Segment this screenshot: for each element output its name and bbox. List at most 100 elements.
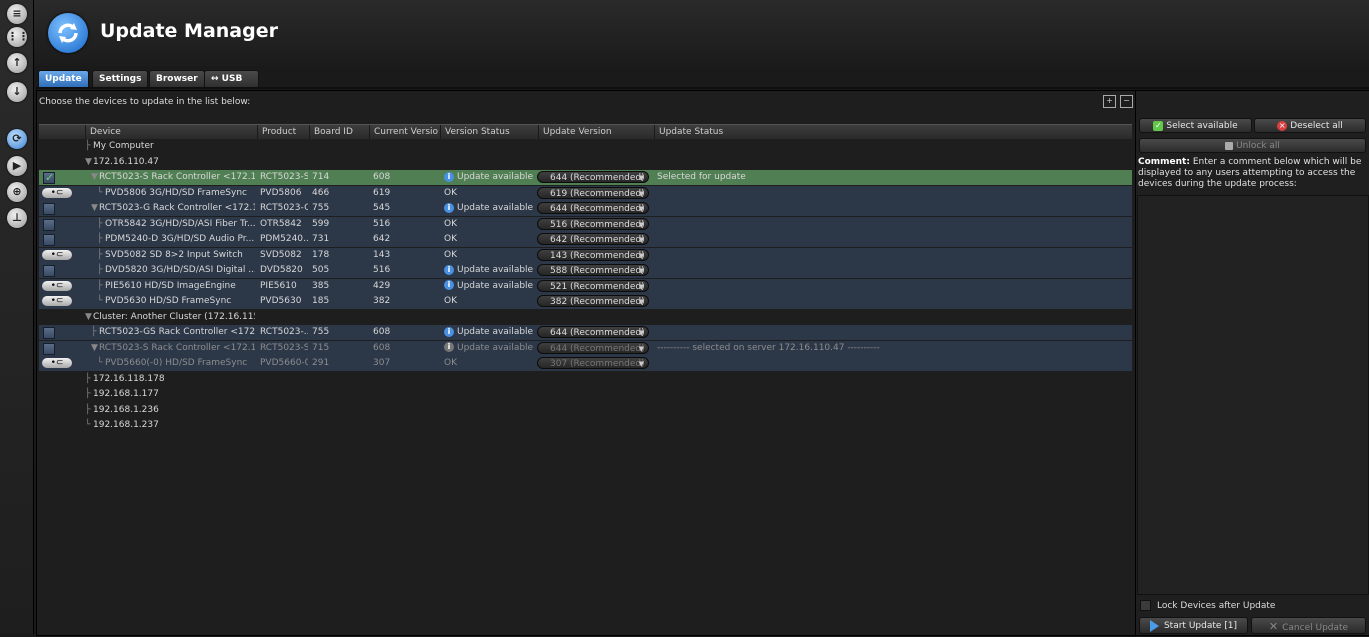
chevron-down-icon: ▼: [638, 189, 644, 198]
board-id-cell: 731: [312, 234, 330, 244]
version-status-cell: OK: [444, 217, 539, 232]
update-version-dropdown[interactable]: 644 (Recommended) ▼: [537, 202, 649, 214]
update-version-dropdown[interactable]: 644 (Recommended) ▼: [537, 341, 649, 354]
network-icon[interactable]: ⊕: [7, 182, 27, 202]
row-checkbox[interactable]: [43, 170, 55, 185]
table-row[interactable]: •⊂ └ PVD5660(-0) HD/SD FrameSync PVD5660-0 2…: [39, 356, 1132, 371]
expand-all-icon[interactable]: +: [1103, 95, 1116, 108]
update-version-value: 644 (Recommended): [550, 173, 645, 183]
update-version-dropdown[interactable]: 588 (Recommended) ▼: [537, 264, 649, 276]
version-status-text: Update available: [457, 280, 534, 291]
row-checkbox[interactable]: [43, 327, 55, 339]
chevron-down-icon: ▼: [638, 174, 644, 182]
device-name: SVD5082 SD 8>2 Input Switch: [105, 249, 243, 260]
cancel-update-button[interactable]: ✕ Cancel Update: [1251, 617, 1366, 634]
app-header: Update Manager: [34, 0, 1369, 66]
grid-icon[interactable]: ⋮⋮: [7, 27, 29, 47]
table-row[interactable]: ├ 172.16.118.178: [39, 372, 1132, 387]
device-name: RCT5023-S Rack Controller <172.1...: [99, 172, 255, 182]
download-icon[interactable]: ↓: [7, 82, 27, 102]
table-row[interactable]: ├ OTR5842 3G/HD/SD/ASI Fiber Tr... OTR5842…: [39, 216, 1132, 232]
version-status-text: Update available: [457, 327, 534, 337]
table-row[interactable]: ▼ RCT5023-G Rack Controller <172.1... RCT5…: [39, 201, 1132, 216]
refresh-icon[interactable]: ⟳: [7, 129, 27, 149]
info-icon: i: [444, 280, 454, 290]
version-status-cell: OK: [444, 232, 539, 247]
update-version-dropdown[interactable]: 521 (Recommended) ▼: [537, 279, 649, 292]
table-row[interactable]: ▼ RCT5023-S Rack Controller <172.1... RCT5…: [39, 170, 1132, 185]
device-name: 192.168.1.237: [93, 420, 159, 430]
table-row[interactable]: ▼ RCT5023-S Rack Controller <172.1... RCT5…: [39, 340, 1132, 356]
table-row[interactable]: └ 192.168.1.237: [39, 418, 1132, 433]
board-id-cell: 714: [312, 172, 330, 182]
device-name: PDM5240-D 3G/HD/SD Audio Pr...: [105, 234, 255, 244]
app-title: Update Manager: [100, 20, 278, 42]
table-row[interactable]: ├ DVD5820 3G/HD/SD/ASI Digital ... DVD5820…: [39, 263, 1132, 278]
update-version-value: 644 (Recommended): [550, 343, 645, 354]
table-row[interactable]: ▼ Cluster: Another Cluster (172.16.115...: [39, 310, 1132, 325]
device-panel: Choose the devices to update in the list…: [36, 90, 1136, 636]
update-version-dropdown[interactable]: 644 (Recommended) ▼: [537, 326, 649, 338]
update-version-dropdown[interactable]: 516 (Recommended) ▼: [537, 217, 649, 230]
upload-icon[interactable]: ↑: [7, 53, 27, 73]
collapse-all-icon[interactable]: −: [1120, 95, 1133, 108]
update-version-dropdown[interactable]: 642 (Recommended) ▼: [537, 233, 649, 245]
version-status-cell: OK: [444, 186, 539, 201]
row-checkbox[interactable]: [43, 342, 55, 355]
device-name: RCT5023-GS Rack Controller <172....: [99, 327, 255, 337]
table-row[interactable]: ├ My Computer: [39, 139, 1132, 154]
table-row[interactable]: •⊂ ├ SVD5082 SD 8>2 Input Switch SVD5082 178…: [39, 247, 1132, 263]
sliders-icon[interactable]: ≡: [7, 4, 27, 24]
usb-icon: •⊂: [42, 296, 72, 306]
table-header: Device Product Board ID Current Versio Versi…: [39, 124, 1132, 139]
update-version-dropdown[interactable]: 644 (Recommended) ▼: [537, 171, 649, 183]
table-row[interactable]: •⊂ ├ PIE5610 HD/SD ImageEngine PIE5610 385 42…: [39, 278, 1132, 294]
column-header-product[interactable]: Product: [257, 125, 309, 139]
lock-devices-option[interactable]: Lock Devices after Update: [1140, 600, 1275, 611]
table-row[interactable]: •⊂ └ PVD5806 3G/HD/SD FrameSync PVD5806 466 6…: [39, 185, 1132, 201]
start-update-button[interactable]: Start Update [1]: [1139, 617, 1248, 634]
update-version-dropdown[interactable]: 307 (Recommended) ▼: [537, 357, 649, 369]
chevron-down-icon: ▼: [638, 220, 644, 229]
row-checkbox[interactable]: [43, 203, 55, 215]
column-header-board-id[interactable]: Board ID: [309, 125, 369, 139]
play-icon[interactable]: ▶: [7, 156, 27, 176]
hierarchy-icon[interactable]: ⊥: [7, 208, 27, 228]
current-version-cell: 545: [373, 203, 391, 213]
lock-devices-checkbox[interactable]: [1140, 600, 1151, 611]
current-version-cell: 608: [373, 172, 391, 182]
row-checkbox[interactable]: [43, 218, 55, 231]
update-version-dropdown[interactable]: 619 (Recommended) ▼: [537, 186, 649, 199]
device-name: PVD5660(-0) HD/SD FrameSync: [105, 358, 248, 368]
version-status-text: Update available: [457, 265, 534, 275]
select-available-button[interactable]: ✓ Select available: [1139, 118, 1252, 133]
device-name: PVD5806 3G/HD/SD FrameSync: [105, 187, 247, 198]
table-row[interactable]: ├ RCT5023-GS Rack Controller <172.... RCT5…: [39, 325, 1132, 340]
product-cell: RCT5023-...: [260, 327, 308, 337]
chevron-down-icon: ▼: [638, 282, 644, 291]
deselect-all-button[interactable]: × Deselect all: [1254, 118, 1366, 133]
table-row[interactable]: ├ 192.168.1.177: [39, 387, 1132, 402]
row-checkbox[interactable]: [43, 234, 55, 246]
comment-input[interactable]: [1137, 195, 1369, 595]
table-row[interactable]: ├ PDM5240-D 3G/HD/SD Audio Pr... PDM5240..…: [39, 232, 1132, 247]
unlock-all-button[interactable]: Unlock all: [1139, 138, 1366, 153]
table-row[interactable]: ├ 192.168.1.236: [39, 403, 1132, 418]
column-header-version-status[interactable]: Version Status: [440, 125, 538, 139]
device-name: 172.16.110.47: [93, 156, 159, 167]
update-version-dropdown[interactable]: 143 (Recommended) ▼: [537, 248, 649, 261]
column-header-current-versio[interactable]: Current Versio: [369, 125, 440, 139]
table-row[interactable]: •⊂ └ PVD5630 HD/SD FrameSync PVD5630 185 382 O…: [39, 294, 1132, 309]
table-row[interactable]: ▼ 172.16.110.47: [39, 155, 1132, 170]
current-version-cell: 608: [373, 327, 391, 337]
version-status-cell: i Update available: [444, 263, 539, 278]
column-header-update-status[interactable]: Update Status: [654, 125, 1132, 139]
update-version-value: 642 (Recommended): [550, 235, 645, 245]
update-version-dropdown[interactable]: 382 (Recommended) ▼: [537, 295, 649, 307]
column-header-device[interactable]: Device: [85, 125, 257, 139]
product-cell: RCT5023-G: [260, 203, 308, 213]
row-checkbox[interactable]: [43, 265, 55, 277]
product-cell: PVD5630: [260, 296, 302, 306]
current-version-cell: 642: [373, 234, 391, 244]
column-header-update-version[interactable]: Update Version: [538, 125, 654, 139]
